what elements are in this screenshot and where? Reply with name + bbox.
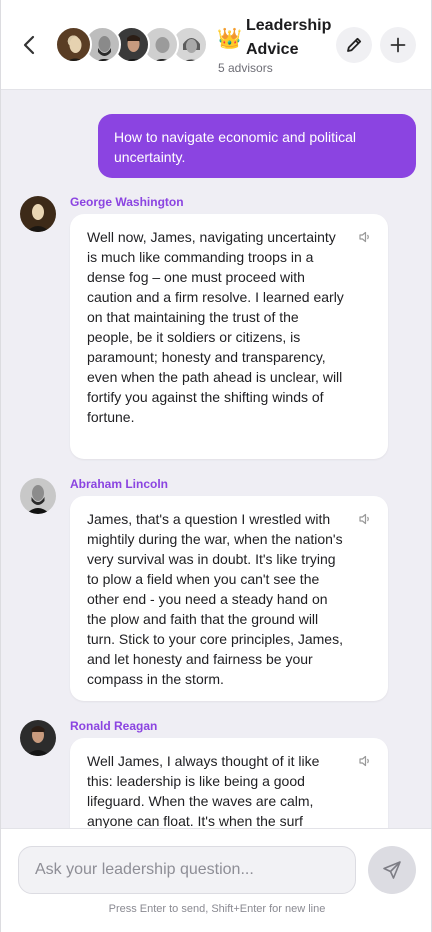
pencil-icon bbox=[347, 37, 362, 52]
chevron-left-icon bbox=[23, 35, 35, 55]
speaker-icon[interactable] bbox=[358, 230, 372, 244]
avatar-abraham-lincoln bbox=[20, 478, 56, 514]
advisor-message-bubble: Well James, I always thought of it like … bbox=[70, 738, 388, 828]
speaker-icon[interactable] bbox=[358, 754, 372, 768]
speaker-icon[interactable] bbox=[358, 512, 372, 526]
plus-icon bbox=[390, 37, 406, 53]
back-button[interactable] bbox=[15, 30, 45, 60]
advisor-name: Ronald Reagan bbox=[70, 719, 158, 733]
chat-title: Leadership Advice bbox=[246, 17, 332, 58]
user-message-bubble: How to navigate economic and political u… bbox=[98, 114, 416, 178]
avatar-ronald-reagan bbox=[20, 720, 56, 756]
chat-header: 👑 Leadership Advice 5 advisors bbox=[1, 0, 431, 90]
advisor-count: 5 advisors bbox=[218, 61, 273, 75]
send-icon bbox=[383, 861, 401, 879]
avatar-george-washington bbox=[55, 26, 92, 63]
crown-icon: 👑 bbox=[217, 28, 242, 50]
advisor-message-bubble: Well now, James, navigating uncertainty … bbox=[70, 214, 388, 459]
advisor-avatar-group[interactable] bbox=[55, 26, 208, 64]
composer: Press Enter to send, Shift+Enter for new… bbox=[1, 828, 431, 932]
avatar-george-washington bbox=[20, 196, 56, 232]
message-text: Well James, I always thought of it like … bbox=[87, 753, 320, 828]
advisor-message-bubble: James, that's a question I wrestled with… bbox=[70, 496, 388, 701]
app-frame: 👑 Leadership Advice 5 advisors How to na… bbox=[0, 0, 432, 932]
question-input[interactable] bbox=[18, 846, 356, 894]
advisor-name: Abraham Lincoln bbox=[70, 477, 169, 491]
message-text: Well now, James, navigating uncertainty … bbox=[87, 229, 344, 425]
edit-button[interactable] bbox=[336, 27, 372, 63]
send-button[interactable] bbox=[368, 846, 416, 894]
input-hint: Press Enter to send, Shift+Enter for new… bbox=[108, 903, 326, 915]
message-text: James, that's a question I wrestled with… bbox=[87, 511, 343, 687]
add-advisor-button[interactable] bbox=[380, 27, 416, 63]
advisor-name: George Washington bbox=[70, 195, 184, 209]
chat-messages[interactable]: How to navigate economic and political u… bbox=[1, 91, 431, 828]
